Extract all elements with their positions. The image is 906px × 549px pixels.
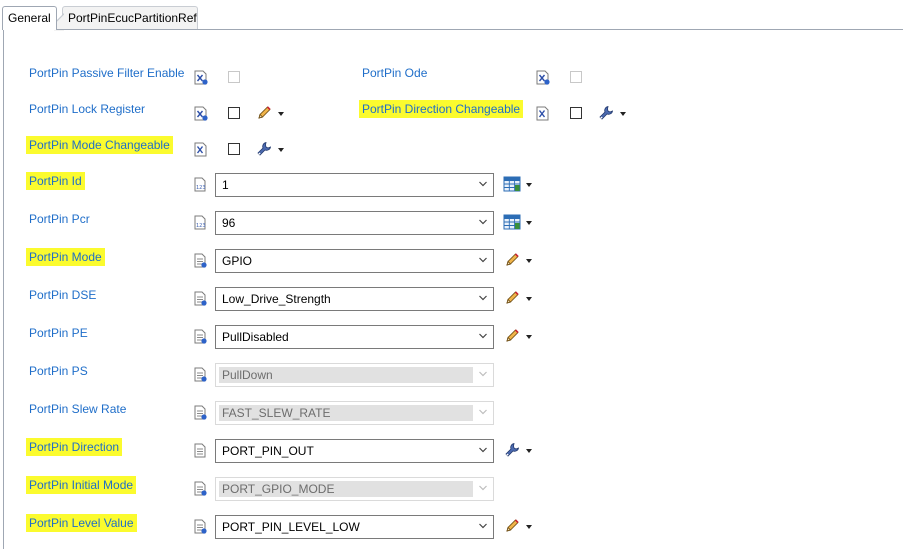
- passive-filter-enable-checkbox[interactable]: [228, 71, 240, 83]
- boolean-parameter-icon: [536, 70, 550, 85]
- enum-parameter-icon: [194, 253, 207, 268]
- chevron-down-icon[interactable]: [526, 525, 532, 529]
- id-select[interactable]: 1: [215, 173, 494, 197]
- enum-parameter-icon: [194, 481, 207, 496]
- wrench-icon[interactable]: [504, 442, 520, 458]
- chevron-down-icon[interactable]: [526, 297, 532, 301]
- chevron-down-icon[interactable]: [620, 112, 626, 116]
- lock-register-label: PortPin Lock Register: [29, 102, 146, 116]
- chevron-down-icon[interactable]: [478, 521, 488, 531]
- chevron-down-icon[interactable]: [278, 112, 284, 116]
- boolean-parameter-icon: [194, 70, 208, 85]
- calculator-icon[interactable]: [503, 214, 521, 230]
- integer-parameter-icon: [194, 177, 207, 192]
- chevron-down-icon[interactable]: [526, 335, 532, 339]
- enum-parameter-icon: [194, 291, 207, 306]
- ps-label: PortPin PS: [29, 364, 88, 378]
- direction-changeable-label: PortPin Direction Changeable: [359, 100, 524, 118]
- integer-parameter-icon: [194, 215, 207, 230]
- dse-select[interactable]: Low_Drive_Strength: [215, 287, 494, 311]
- chevron-down-icon: [478, 407, 488, 417]
- chevron-down-icon[interactable]: [526, 183, 532, 187]
- enum-parameter-icon: [194, 519, 207, 534]
- chevron-down-icon: [478, 369, 488, 379]
- chevron-down-icon[interactable]: [478, 255, 488, 265]
- direction-label: PortPin Direction: [26, 438, 123, 456]
- id-label: PortPin Id: [26, 172, 85, 190]
- tab-bar: PortPinEcucPartitionRef General: [0, 0, 906, 31]
- mode-changeable-label: PortPin Mode Changeable: [26, 136, 173, 154]
- pencil-icon[interactable]: [504, 328, 520, 344]
- ode-checkbox[interactable]: [570, 71, 582, 83]
- chevron-down-icon[interactable]: [478, 179, 488, 189]
- boolean-parameter-icon: [194, 142, 208, 157]
- pcr-label: PortPin Pcr: [29, 212, 90, 226]
- boolean-parameter-icon: [536, 106, 550, 121]
- ps-select: PullDown: [215, 363, 494, 387]
- slew-rate-label: PortPin Slew Rate: [29, 402, 127, 416]
- enum-parameter-icon: [194, 405, 207, 420]
- chevron-down-icon[interactable]: [478, 331, 488, 341]
- boolean-parameter-icon: [194, 106, 208, 121]
- direction-changeable-checkbox[interactable]: [570, 107, 582, 119]
- pcr-select[interactable]: 96: [215, 211, 494, 235]
- chevron-down-icon[interactable]: [526, 449, 532, 453]
- pe-select[interactable]: PullDisabled: [215, 325, 494, 349]
- chevron-down-icon[interactable]: [526, 221, 532, 225]
- ode-label: PortPin Ode: [362, 66, 428, 80]
- direction-select[interactable]: PORT_PIN_OUT: [215, 439, 494, 463]
- tab-portpin-ecuc-partition-ref[interactable]: PortPinEcucPartitionRef: [54, 6, 198, 31]
- tab-general[interactable]: General: [2, 6, 57, 30]
- mode-select[interactable]: GPIO: [215, 249, 494, 273]
- chevron-down-icon[interactable]: [478, 293, 488, 303]
- chevron-down-icon[interactable]: [478, 217, 488, 227]
- pe-label: PortPin PE: [29, 326, 88, 340]
- pencil-icon[interactable]: [256, 105, 272, 121]
- chevron-down-icon[interactable]: [278, 148, 284, 152]
- initial-mode-label: PortPin Initial Mode: [26, 476, 137, 494]
- mode-label: PortPin Mode: [26, 248, 105, 266]
- calculator-icon[interactable]: [503, 176, 521, 192]
- enum-parameter-icon: [194, 443, 207, 458]
- pencil-icon[interactable]: [504, 290, 520, 306]
- level-value-select[interactable]: PORT_PIN_LEVEL_LOW: [215, 515, 494, 539]
- passive-filter-enable-label: PortPin Passive Filter Enable: [29, 66, 185, 80]
- wrench-icon[interactable]: [598, 105, 614, 121]
- pencil-icon[interactable]: [504, 252, 520, 268]
- enum-parameter-icon: [194, 329, 207, 344]
- dse-label: PortPin DSE: [29, 288, 97, 302]
- pencil-icon[interactable]: [504, 518, 520, 534]
- chevron-down-icon: [478, 483, 488, 493]
- chevron-down-icon[interactable]: [526, 259, 532, 263]
- mode-changeable-checkbox[interactable]: [228, 143, 240, 155]
- slew-rate-select: FAST_SLEW_RATE: [215, 401, 494, 425]
- chevron-down-icon[interactable]: [478, 445, 488, 455]
- initial-mode-select: PORT_GPIO_MODE: [215, 477, 494, 501]
- level-value-label: PortPin Level Value: [26, 514, 137, 532]
- lock-register-checkbox[interactable]: [228, 107, 240, 119]
- wrench-icon[interactable]: [256, 141, 272, 157]
- enum-parameter-icon: [194, 367, 207, 382]
